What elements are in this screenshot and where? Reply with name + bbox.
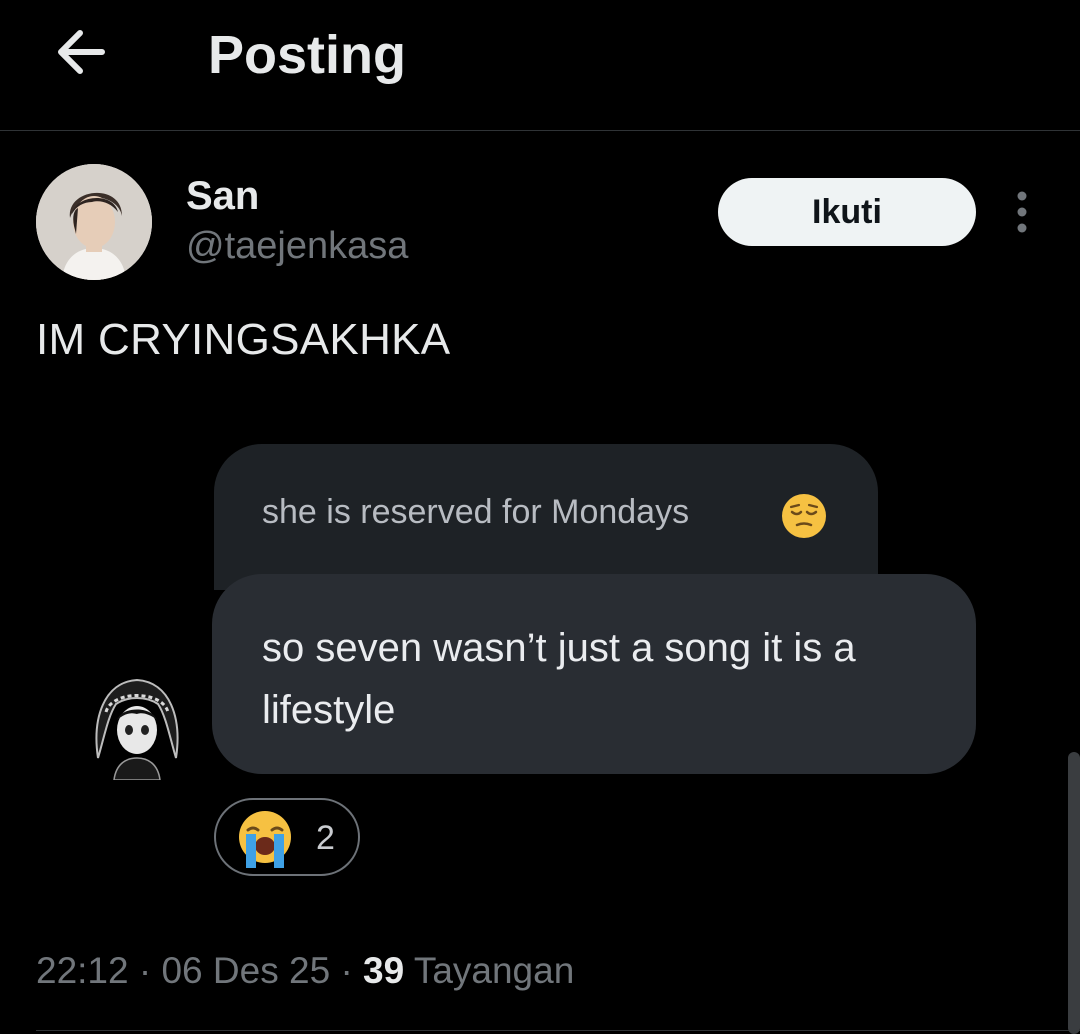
reaction-count: 2: [316, 819, 335, 857]
top-bar: Posting: [0, 0, 1080, 131]
page-title: Posting: [208, 25, 406, 85]
arrow-left-icon: [58, 30, 105, 74]
back-button[interactable]: [48, 22, 114, 82]
meta-separator: ·: [340, 950, 353, 991]
relieved-face-emoji: [782, 494, 826, 538]
post-text: IM CRYINGSAKHKA: [36, 315, 451, 364]
views-label[interactable]: Tayangan: [414, 950, 574, 991]
chat-sender-avatar: [86, 668, 188, 781]
meta-separator: ·: [138, 950, 152, 991]
divider: [36, 1030, 1080, 1031]
post-meta: 22:12 · 06 Des 25 · 39 Tayangan: [36, 946, 574, 996]
author-avatar[interactable]: [36, 164, 152, 280]
follow-button[interactable]: Ikuti: [718, 178, 976, 246]
views-count[interactable]: 39: [363, 950, 404, 991]
avatar-image: [36, 164, 152, 280]
author-name[interactable]: San: [186, 172, 259, 220]
author-handle[interactable]: @taejenkasa: [186, 222, 408, 270]
scrollbar[interactable]: [1068, 752, 1080, 1034]
more-vertical-icon: [1017, 191, 1027, 233]
chat-message-text: so seven wasn’t just a song it is a life…: [262, 626, 856, 732]
post-time: 22:12: [36, 950, 129, 991]
post-date: 06 Des 25: [161, 950, 331, 991]
reaction-pill[interactable]: 2: [214, 798, 360, 876]
loudly-crying-face-emoji: [239, 811, 291, 868]
chat-reply-preview-text: she is reserved for Mondays: [262, 493, 690, 531]
more-options-button[interactable]: [1004, 188, 1040, 236]
